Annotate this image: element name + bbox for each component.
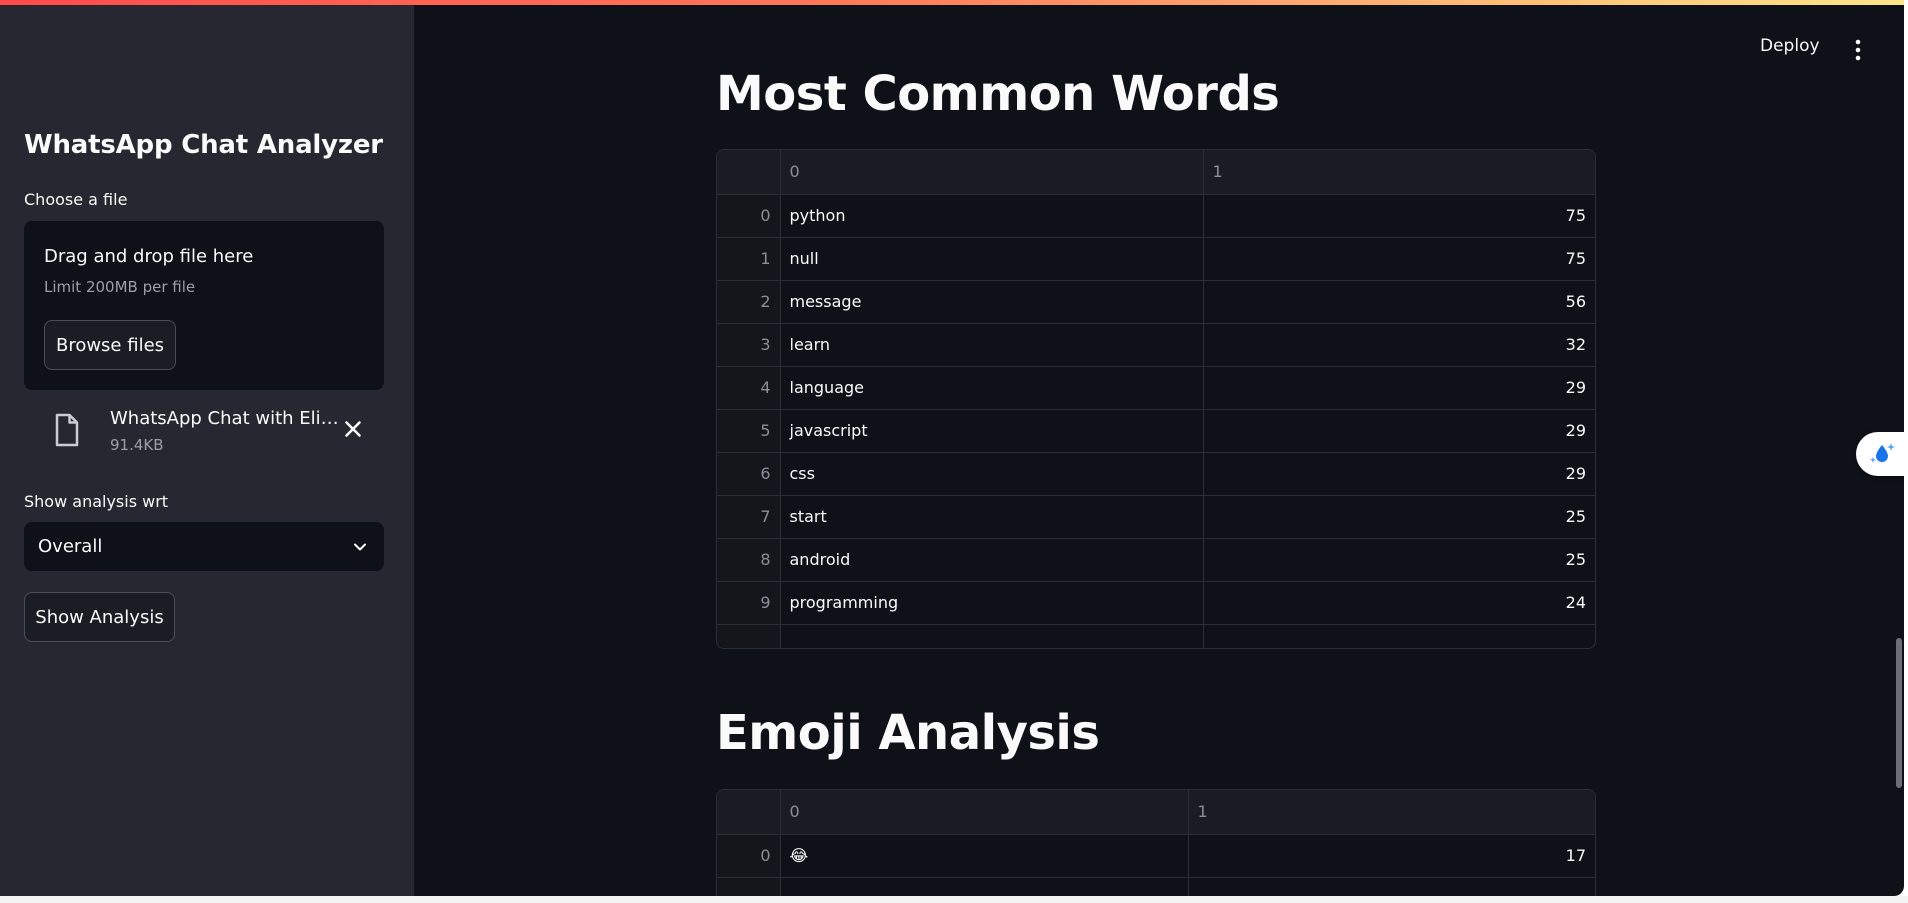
browse-files-button[interactable]: Browse files	[44, 320, 176, 370]
app-window: WhatsApp Chat Analyzer Choose a file Dra…	[0, 0, 1904, 896]
count-cell: 56	[1203, 280, 1595, 324]
word-cell: message	[780, 280, 1204, 324]
count-cell: 24	[1203, 581, 1595, 625]
analysis-select-value: Overall	[38, 536, 103, 557]
emoji-table[interactable]: 0 1 0 😂 17	[716, 789, 1596, 896]
count-cell: 29	[1203, 366, 1595, 410]
count-cell: 29	[1203, 409, 1595, 453]
uploaded-file: WhatsApp Chat with Elite… 91.4KB	[24, 400, 384, 462]
row-index: 2	[717, 280, 781, 324]
dropzone-title: Drag and drop file here	[44, 246, 254, 267]
scrollbar-thumb[interactable]	[1896, 638, 1902, 788]
word-cell: programming	[780, 581, 1204, 625]
sparkle-drop-icon	[1870, 443, 1895, 463]
close-icon[interactable]	[340, 416, 366, 442]
extension-tab[interactable]	[1856, 432, 1904, 476]
emoji-cell: 😂	[780, 834, 1189, 878]
count-cell: 75	[1203, 194, 1595, 238]
analysis-select[interactable]: Overall	[24, 522, 384, 571]
word-cell: javascript	[780, 409, 1204, 453]
table-header-row: 0 1	[717, 790, 1595, 835]
table-header-cell	[717, 150, 781, 195]
table-header-cell	[717, 790, 781, 835]
table-row: 5 javascript 29	[717, 409, 1595, 453]
count-cell: 32	[1203, 323, 1595, 367]
table-row-partial	[717, 624, 1595, 648]
chevron-down-icon	[354, 543, 366, 551]
row-index-empty	[717, 877, 781, 896]
show-analysis-button[interactable]: Show Analysis	[24, 592, 175, 642]
table-row: 2 message 56	[717, 280, 1595, 324]
count-cell: 75	[1203, 237, 1595, 281]
sidebar: WhatsApp Chat Analyzer Choose a file Dra…	[0, 0, 414, 896]
table-header-cell: 0	[780, 790, 1189, 835]
row-index: 8	[717, 538, 781, 582]
table-header-cell: 0	[780, 150, 1204, 195]
word-cell: learn	[780, 323, 1204, 367]
top-decoration-bar	[0, 0, 1904, 5]
table-row: 9 programming 24	[717, 581, 1595, 625]
analysis-select-label: Show analysis wrt	[24, 492, 169, 511]
deploy-button[interactable]: Deploy	[1760, 36, 1820, 56]
row-index: 4	[717, 366, 781, 410]
table-row: 4 language 29	[717, 366, 1595, 410]
table-row: 7 start 25	[717, 495, 1595, 539]
table-header-cell: 1	[1188, 790, 1595, 835]
row-index: 0	[717, 194, 781, 238]
row-index: 7	[717, 495, 781, 539]
table-row-partial	[717, 877, 1595, 896]
count-cell: 29	[1203, 452, 1595, 496]
table-header-row: 0 1	[717, 150, 1595, 195]
file-uploader-label: Choose a file	[24, 190, 128, 209]
file-icon	[55, 413, 79, 447]
table-row: 8 android 25	[717, 538, 1595, 582]
count-cell: 25	[1203, 495, 1595, 539]
taskbar-strip	[0, 896, 1908, 903]
uploaded-file-name: WhatsApp Chat with Elite…	[110, 408, 340, 429]
table-header-cell: 1	[1203, 150, 1595, 195]
row-index: 9	[717, 581, 781, 625]
table-row: 6 css 29	[717, 452, 1595, 496]
table-row: 0 python 75	[717, 194, 1595, 238]
row-index: 3	[717, 323, 781, 367]
common-words-table[interactable]: 0 1 0 python 75 1 null 75 2 message 56 3…	[716, 149, 1596, 649]
row-index: 1	[717, 237, 781, 281]
table-row: 3 learn 32	[717, 323, 1595, 367]
table-row: 1 null 75	[717, 237, 1595, 281]
file-dropzone[interactable]: Drag and drop file here Limit 200MB per …	[24, 221, 384, 390]
row-index: 5	[717, 409, 781, 453]
word-cell: language	[780, 366, 1204, 410]
count-cell-empty	[1188, 877, 1595, 896]
sidebar-title: WhatsApp Chat Analyzer	[24, 130, 383, 160]
table-row: 0 😂 17	[717, 834, 1595, 878]
emoji-cell-empty	[780, 877, 1189, 896]
row-index: 0	[717, 834, 781, 878]
row-index-empty	[717, 624, 781, 648]
count-cell: 25	[1203, 538, 1595, 582]
word-cell: null	[780, 237, 1204, 281]
more-options-icon[interactable]	[1848, 38, 1868, 62]
dropzone-limit: Limit 200MB per file	[44, 278, 196, 296]
word-cell: python	[780, 194, 1204, 238]
word-cell: android	[780, 538, 1204, 582]
uploaded-file-size: 91.4KB	[110, 436, 164, 454]
word-cell: css	[780, 452, 1204, 496]
count-cell: 17	[1188, 834, 1595, 878]
row-index: 6	[717, 452, 781, 496]
word-cell: start	[780, 495, 1204, 539]
word-cell-empty	[780, 624, 1204, 648]
emoji-analysis-heading: Emoji Analysis	[716, 705, 1100, 761]
count-cell-empty	[1203, 624, 1595, 648]
common-words-heading: Most Common Words	[716, 66, 1280, 122]
